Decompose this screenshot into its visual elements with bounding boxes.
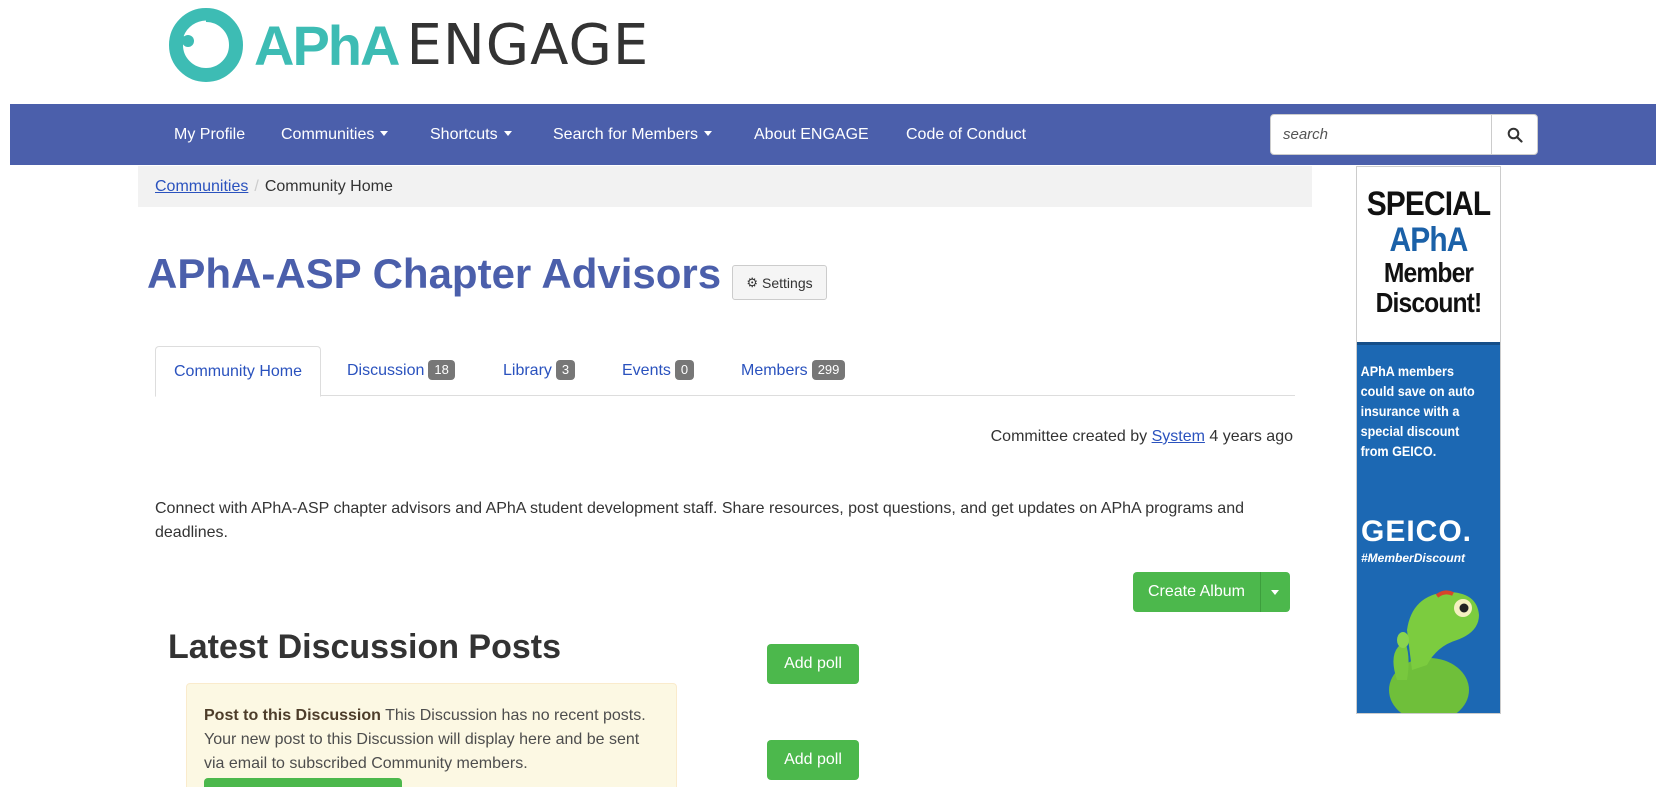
nav-label: My Profile <box>174 126 246 143</box>
add-poll-button[interactable]: Add poll <box>767 644 859 684</box>
caret-down-icon <box>380 131 389 136</box>
alert-heading: Post to this Discussion <box>204 707 381 724</box>
ad-body-text: APhA members could save on auto insuranc… <box>1360 363 1475 459</box>
logo-text-apha: APhA <box>254 13 400 77</box>
search-input[interactable] <box>1271 115 1492 154</box>
count-badge: 0 <box>674 360 695 380</box>
tab-label: Members <box>741 362 808 379</box>
create-album-dropdown-toggle[interactable] <box>1259 572 1290 612</box>
create-album-button-group: Create Album <box>1133 572 1290 612</box>
nav-label: Communities <box>281 126 375 143</box>
created-by-info: Committee created by System 4 years ago <box>991 428 1293 446</box>
page-title: APhA-ASP Chapter Advisors <box>147 250 722 297</box>
post-to-discussion-button[interactable] <box>204 778 402 787</box>
nav-search-members[interactable]: Search for Members <box>553 104 712 165</box>
ad-line: Member <box>1383 257 1474 289</box>
gecko-mascot-icon <box>1389 590 1479 713</box>
breadcrumb-current: Community Home <box>264 178 393 195</box>
caret-down-icon <box>1271 589 1280 595</box>
geico-advertisement[interactable]: SPECIAL APhA Member Discount! APhA membe… <box>1356 166 1501 714</box>
ad-brand: GEICO. <box>1361 515 1473 548</box>
create-album-button[interactable]: Create Album <box>1133 572 1260 612</box>
tab-label: Library <box>503 362 552 379</box>
nav-label: Shortcuts <box>430 126 498 143</box>
tab-community-home[interactable]: Community Home <box>155 346 322 397</box>
settings-button[interactable]: ⚙ Settings <box>732 265 827 300</box>
tab-library[interactable]: Library 3 <box>503 346 576 396</box>
search-button[interactable] <box>1492 115 1537 154</box>
count-badge: 299 <box>811 360 846 380</box>
created-time: 4 years ago <box>1209 428 1293 445</box>
ad-line: SPECIAL <box>1366 185 1491 223</box>
settings-label: Settings <box>762 274 813 291</box>
count-badge: 18 <box>428 360 455 380</box>
tab-label: Discussion <box>347 362 425 379</box>
ad-headline: SPECIAL APhA Member Discount! <box>1357 167 1500 342</box>
latest-discussion-title: Latest Discussion Posts <box>168 628 562 666</box>
tab-label: Events <box>622 362 671 379</box>
apha-logo-icon <box>169 8 243 82</box>
breadcrumb-separator: / <box>254 178 259 195</box>
ad-line: Discount! <box>1375 286 1483 318</box>
no-posts-alert: Post to this Discussion This Discussion … <box>186 683 677 787</box>
tab-discussion[interactable]: Discussion 18 <box>347 346 455 396</box>
main-navbar: My Profile Communities Shortcuts Search … <box>10 104 1656 165</box>
community-tabs: Community Home Discussion 18 Library 3 Eve… <box>155 346 1295 397</box>
count-badge: 3 <box>555 360 576 380</box>
search-box <box>1270 114 1538 155</box>
search-icon <box>1507 127 1523 143</box>
ad-line: APhA <box>1389 220 1469 259</box>
gear-icon: ⚙ <box>746 274 759 290</box>
ad-body: APhA members could save on auto insuranc… <box>1357 342 1500 713</box>
nav-label: Search for Members <box>553 126 698 143</box>
ad-hashtag: #MemberDiscount <box>1361 551 1466 565</box>
tab-label: Community Home <box>174 363 303 380</box>
breadcrumb-communities-link[interactable]: Communities <box>155 178 248 195</box>
site-logo[interactable]: APhA ENGAGE <box>168 6 649 84</box>
tab-events[interactable]: Events 0 <box>622 346 695 396</box>
nav-communities[interactable]: Communities <box>281 104 389 165</box>
created-by-user-link[interactable]: System <box>1152 428 1205 445</box>
add-poll-button[interactable]: Add poll <box>767 740 859 780</box>
nav-shortcuts[interactable]: Shortcuts <box>430 104 512 165</box>
logo-text-engage: ENGAGE <box>406 12 650 78</box>
nav-label: About ENGAGE <box>754 126 869 143</box>
nav-about-engage[interactable]: About ENGAGE <box>754 104 869 165</box>
nav-code-of-conduct[interactable]: Code of Conduct <box>906 104 1026 165</box>
tab-members[interactable]: Members 299 <box>741 346 846 396</box>
nav-my-profile[interactable]: My Profile <box>174 104 245 165</box>
created-prefix: Committee created by <box>990 428 1148 445</box>
nav-label: Code of Conduct <box>906 126 1027 143</box>
community-description: Connect with APhA-ASP chapter advisors a… <box>155 500 1244 541</box>
caret-down-icon <box>503 131 512 136</box>
breadcrumb: Communities / Community Home <box>138 166 1312 207</box>
caret-down-icon <box>703 131 712 136</box>
